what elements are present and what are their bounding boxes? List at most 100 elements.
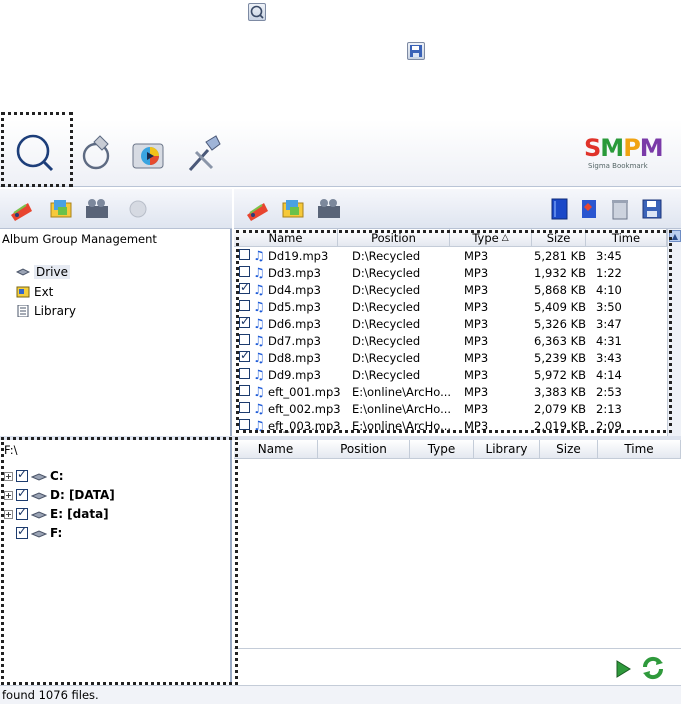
drive-checkbox[interactable] [16, 505, 28, 520]
row-checkbox[interactable] [239, 348, 250, 362]
lib-col-header-position[interactable]: Position [318, 440, 410, 459]
disabled-tab-icon[interactable] [126, 197, 152, 221]
table-row[interactable]: ♫ Dd7.mp3 D:\Recycled MP3 6,363 KB 4:31 [234, 333, 666, 350]
table-row[interactable]: ♫ Dd9.mp3 D:\Recycled MP3 5,972 KB 4:14 [234, 367, 666, 384]
expand-icon[interactable]: + [4, 471, 13, 481]
cell-position: E:\online\ArcHo... [352, 385, 452, 399]
cell-time: 3:47 [596, 317, 622, 331]
right-tab-bar [234, 189, 681, 229]
lib-col-header-time[interactable]: Time [598, 440, 681, 459]
cell-type: MP3 [464, 334, 489, 348]
col-header-name[interactable]: Name [234, 229, 338, 247]
drive-label: C: [50, 469, 64, 483]
cell-size: 3,383 KB [534, 385, 587, 399]
tree-item-label: Ext [34, 285, 54, 299]
save-file-icon[interactable] [639, 197, 665, 221]
file-list-panel: Name Position Type △ Size Time ♫ Dd19.mp3… [234, 189, 681, 436]
cell-size: 5,239 KB [534, 351, 587, 365]
cell-type: MP3 [464, 368, 489, 382]
row-checkbox[interactable] [239, 266, 250, 277]
video-filter-icon[interactable] [316, 197, 342, 221]
table-row[interactable]: ♫ Dd19.mp3 D:\Recycled MP3 5,281 KB 3:45 [234, 248, 666, 265]
music-note-icon: ♫ [253, 249, 265, 264]
tree-item-ext[interactable]: Ext [16, 285, 53, 299]
library-panel: Name Position Type Library Size Time [234, 440, 681, 684]
search-mode-icon[interactable] [12, 130, 56, 176]
table-row[interactable]: ♫ Dd5.mp3 D:\Recycled MP3 5,409 KB 3:50 [234, 299, 666, 316]
cell-position: D:\Recycled [352, 368, 421, 382]
cell-position: D:\Recycled [352, 249, 421, 263]
row-checkbox[interactable] [239, 419, 250, 430]
row-checkbox[interactable] [239, 385, 250, 396]
drive-tree-panel: F:\ + C: + D: [DATA] + E: [data] F: [0, 440, 232, 684]
row-checkbox[interactable] [239, 314, 250, 328]
app-logo: SMPM Sigma Bookmark [584, 134, 664, 170]
lib-col-header-size[interactable]: Size [540, 440, 598, 459]
row-checkbox[interactable] [239, 249, 250, 260]
bookmark-icon[interactable] [577, 197, 603, 221]
cell-type: MP3 [464, 249, 489, 263]
tools-icon[interactable] [182, 130, 226, 176]
cell-name: eft_001.mp3 [268, 385, 341, 399]
music-note-icon: ♫ [253, 300, 265, 315]
drive-checkbox[interactable] [16, 524, 28, 539]
tree-item-library[interactable]: Library [16, 304, 76, 318]
col-header-position[interactable]: Position [338, 229, 450, 247]
lib-col-header-type[interactable]: Type [410, 440, 474, 459]
media-player-icon[interactable] [128, 130, 172, 176]
folder-tab-icon[interactable] [48, 197, 74, 221]
lib-col-header-name[interactable]: Name [234, 440, 318, 459]
table-row[interactable]: ♫ eft_003.mp3 E:\online\ArcHo... MP3 2,019 K… [234, 418, 666, 435]
col-header-size[interactable]: Size [532, 229, 586, 247]
col-header-type[interactable]: Type △ [450, 229, 532, 247]
table-row[interactable]: ♫Dd8.mp3 D:\Recycled MP3 5,239 KB 3:43 [234, 348, 666, 367]
play-icon[interactable] [614, 659, 632, 679]
cell-name: Dd3.mp3 [268, 266, 321, 280]
drive-row[interactable]: + E: [data] [4, 505, 109, 523]
drive-checkbox[interactable] [16, 486, 28, 501]
album-group-label: Album Group Management [2, 232, 157, 246]
table-row[interactable]: ♫ eft_002.mp3 E:\online\ArcHo... MP3 2,079 K… [234, 401, 666, 418]
row-checkbox[interactable] [239, 300, 250, 311]
cell-type: MP3 [464, 402, 489, 416]
cell-position: E:\online\ArcHo... [352, 402, 452, 416]
refresh-icon[interactable] [640, 655, 666, 681]
row-checkbox[interactable] [239, 368, 250, 379]
expand-icon[interactable]: + [4, 509, 13, 519]
music-filter-icon[interactable] [244, 197, 270, 221]
drive-row[interactable]: + D: [DATA] [4, 486, 115, 504]
row-checkbox[interactable] [239, 280, 250, 294]
scroll-up-arrow-icon[interactable]: ▲ [669, 230, 681, 242]
trash-icon[interactable] [607, 197, 633, 221]
lib-col-header-library[interactable]: Library [474, 440, 540, 459]
cell-type: MP3 [464, 419, 489, 433]
row-checkbox[interactable] [239, 334, 250, 345]
file-list-scrollbar[interactable]: ▲ [667, 229, 681, 436]
table-row[interactable]: ♫ Dd3.mp3 D:\Recycled MP3 1,932 KB 1:22 [234, 265, 666, 282]
cell-time: 4:31 [596, 334, 622, 348]
drive-checkbox[interactable] [16, 467, 28, 482]
video-tab-icon[interactable] [84, 197, 110, 221]
drive-label: F: [50, 526, 63, 540]
table-row[interactable]: ♫Dd6.mp3 D:\Recycled MP3 5,326 KB 3:47 [234, 314, 666, 333]
status-bar: found 1076 files. [0, 685, 681, 704]
table-row[interactable]: ♫Dd4.mp3 D:\Recycled MP3 5,868 KB 4:10 [234, 280, 666, 299]
music-note-icon: ♫ [253, 385, 265, 400]
search-icon [248, 3, 266, 21]
cell-time: 3:43 [596, 351, 622, 365]
book-icon[interactable] [547, 197, 573, 221]
table-row[interactable]: ♫ eft_001.mp3 E:\online\ArcHo... MP3 3,383 K… [234, 384, 666, 401]
music-note-icon: ♫ [253, 266, 265, 281]
tree-item-drive[interactable]: Drive [15, 265, 70, 279]
folder-filter-icon[interactable] [280, 197, 306, 221]
cell-time: 4:14 [596, 368, 622, 382]
music-tab-icon[interactable] [8, 197, 34, 221]
drive-row[interactable]: F: [4, 524, 62, 542]
row-checkbox[interactable] [239, 402, 250, 413]
col-header-time[interactable]: Time [586, 229, 667, 247]
music-note-icon: ♫ [253, 402, 265, 417]
edit-search-icon[interactable] [76, 130, 120, 176]
cell-position: D:\Recycled [352, 283, 421, 297]
drive-row[interactable]: + C: [4, 467, 64, 485]
expand-icon[interactable]: + [4, 490, 13, 500]
